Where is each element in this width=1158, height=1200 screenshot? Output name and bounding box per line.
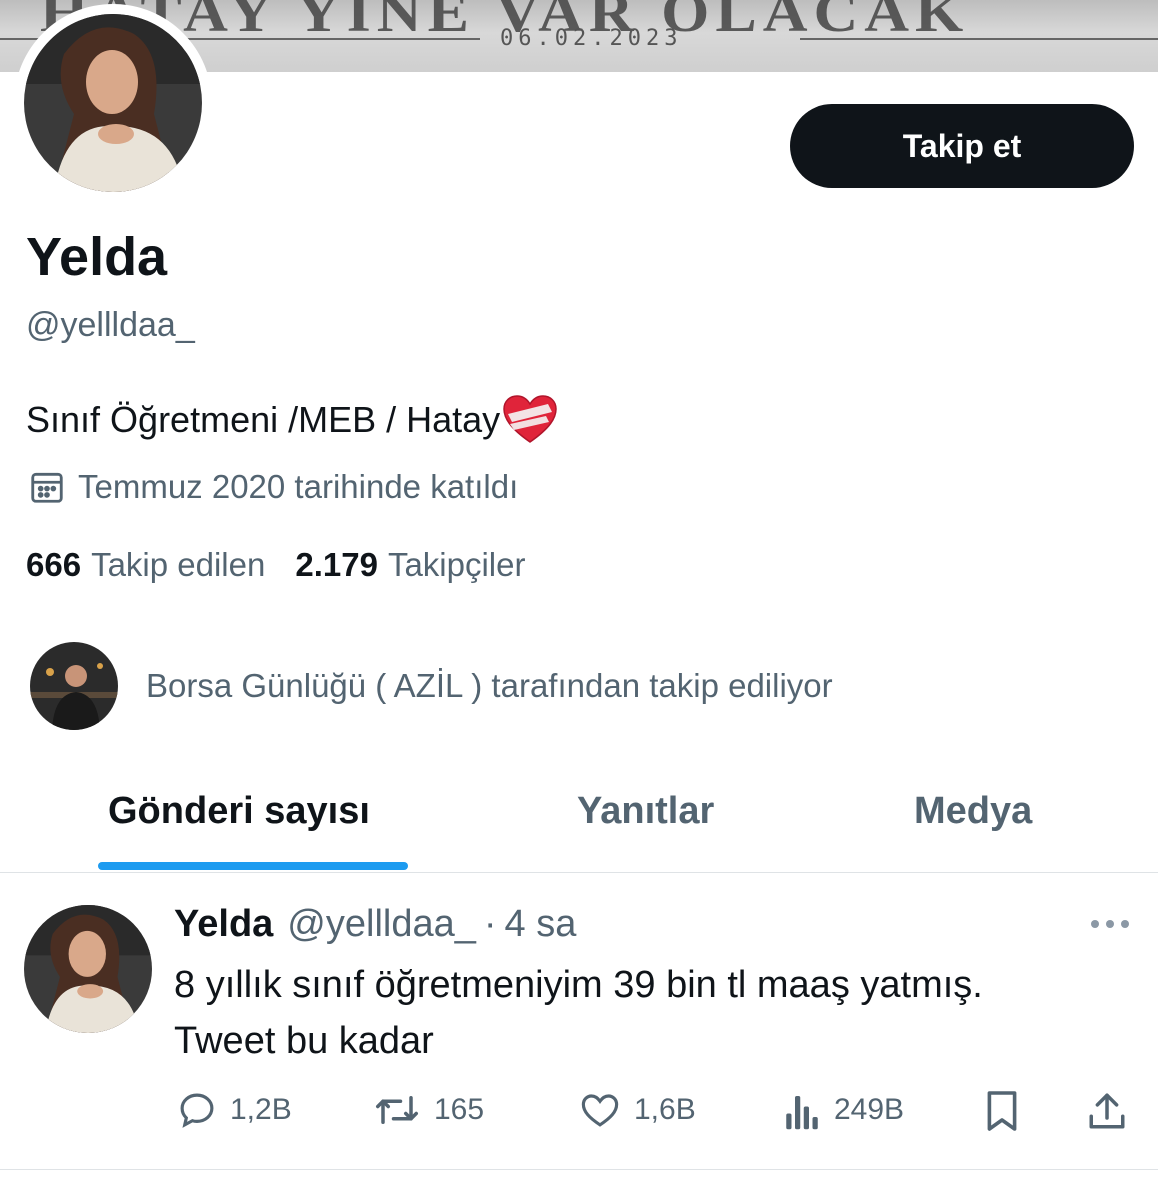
tweet-header: Yelda @yellldaa_ · 4 sa xyxy=(174,903,576,946)
reply-icon xyxy=(180,1093,214,1128)
following-label: Takip edilen xyxy=(91,546,266,583)
profile-display-name: Yelda xyxy=(26,227,168,287)
tweet-text: 8 yıllık sınıf öğretmeniyim 39 bin tl ma… xyxy=(174,957,1134,1069)
views-count: 249B xyxy=(834,1093,905,1126)
heart-emoji-icon xyxy=(503,395,557,443)
bookmark-button[interactable] xyxy=(984,1089,1032,1133)
profile-handle: @yellldaa_ xyxy=(26,306,195,344)
followers-count: 2.179 xyxy=(295,546,378,583)
profile-tabs: Gönderi sayısı Yanıtlar Medya xyxy=(0,760,1158,873)
profile-avatar-image xyxy=(24,14,202,192)
banner-date: 06.02.2023 xyxy=(0,26,1158,51)
tweet-timestamp[interactable]: 4 sa xyxy=(505,903,577,946)
tweet-author-handle[interactable]: @yellldaa_ xyxy=(287,903,476,946)
follow-button[interactable]: Takip et xyxy=(790,104,1134,188)
share-icon xyxy=(1089,1093,1125,1129)
reply-count: 1,2B xyxy=(230,1093,292,1126)
like-icon xyxy=(581,1094,619,1127)
followers-label: Takipçiler xyxy=(387,546,526,583)
tweet-text-line: Tweet bu kadar xyxy=(174,1020,434,1062)
share-button[interactable] xyxy=(1086,1089,1140,1133)
tweet-card[interactable]: Yelda @yellldaa_ · 4 sa 8 yıllık sınıf ö… xyxy=(0,873,1158,1170)
tweet-author-name[interactable]: Yelda xyxy=(174,903,273,946)
tab-media[interactable]: Medya xyxy=(914,790,1032,833)
more-icon[interactable] xyxy=(1088,917,1132,931)
views-button[interactable]: 249B xyxy=(782,1089,904,1131)
tweet-text-line: 8 yıllık sınıf öğretmeniyim 39 bin tl ma… xyxy=(174,964,983,1006)
retweet-count: 165 xyxy=(434,1093,485,1126)
profile-avatar[interactable] xyxy=(14,4,212,202)
joined-text: Temmuz 2020 tarihinde katıldı xyxy=(78,468,519,505)
follow-counts: 666 Takip edilen 2.179 Takipçiler xyxy=(26,546,525,584)
bio-text: Sınıf Öğretmeni /MEB / Hatay xyxy=(26,399,501,440)
tweet-actions: 1,2B 165 1,6B 249B xyxy=(0,1089,1158,1137)
reply-button[interactable]: 1,2B xyxy=(176,1089,292,1131)
bookmark-icon xyxy=(987,1091,1017,1131)
joined-date: Temmuz 2020 tarihinde katıldı xyxy=(28,468,518,506)
followers-link[interactable]: 2.179 Takipçiler xyxy=(295,546,525,584)
follower-avatar xyxy=(30,642,118,730)
tab-replies[interactable]: Yanıtlar xyxy=(577,790,714,833)
retweet-icon xyxy=(376,1096,418,1124)
tab-posts[interactable]: Gönderi sayısı xyxy=(108,790,370,833)
like-count: 1,6B xyxy=(634,1093,696,1126)
views-icon xyxy=(786,1096,818,1130)
like-button[interactable]: 1,6B xyxy=(578,1089,696,1131)
profile-bio: Sınıf Öğretmeni /MEB / Hatay xyxy=(26,394,558,446)
followed-by-text: Borsa Günlüğü ( AZİL ) tarafından takip … xyxy=(146,667,833,704)
followed-by[interactable]: Borsa Günlüğü ( AZİL ) tarafından takip … xyxy=(30,642,833,730)
active-tab-indicator xyxy=(98,862,408,870)
tweet-avatar[interactable] xyxy=(24,905,152,1033)
following-link[interactable]: 666 Takip edilen xyxy=(26,546,265,584)
following-count: 666 xyxy=(26,546,82,583)
tweet-separator: · xyxy=(483,903,497,945)
retweet-button[interactable]: 165 xyxy=(372,1089,484,1131)
calendar-icon xyxy=(31,472,63,503)
